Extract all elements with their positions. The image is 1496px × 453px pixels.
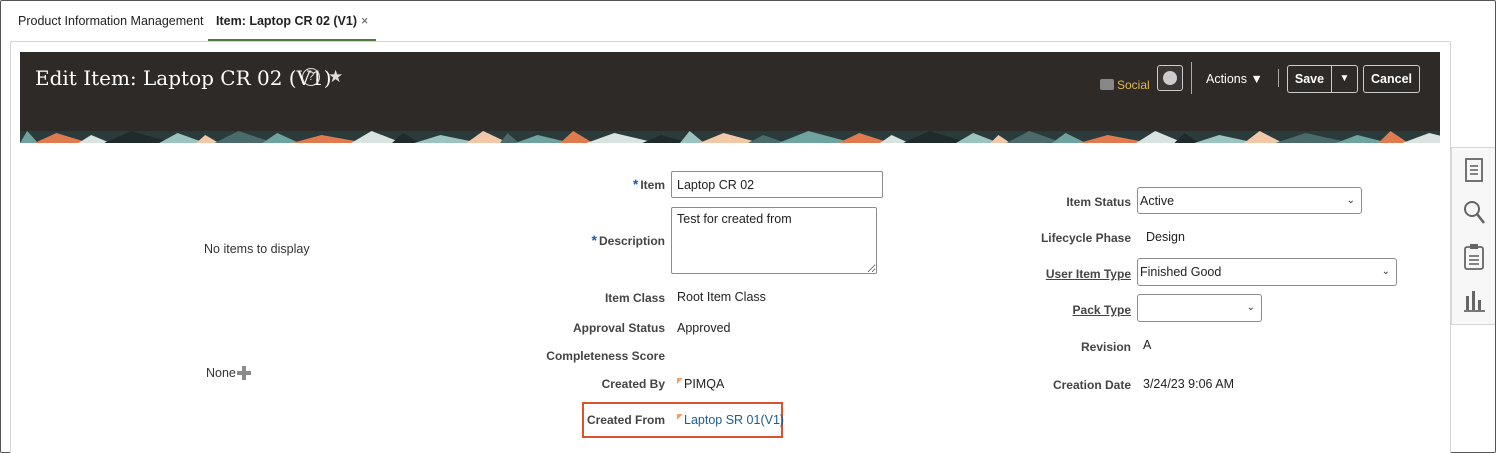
- item-status-label: Item Status: [1066, 195, 1131, 209]
- creation-date-value: 3/24/23 9:06 AM: [1143, 377, 1235, 391]
- lifecycle-phase-value: Design: [1146, 230, 1185, 244]
- created-by-text: PIMQA: [684, 377, 725, 391]
- social-icon: [1100, 79, 1114, 90]
- created-from-text: Laptop SR 01(V1): [684, 413, 785, 427]
- decorative-banner: [20, 131, 1440, 143]
- revision-value: A: [1143, 338, 1152, 352]
- actions-menu[interactable]: Actions ▼: [1206, 72, 1263, 86]
- flag-icon: [677, 414, 683, 420]
- favorite-star-icon[interactable]: ★: [328, 67, 343, 87]
- clipboard-icon[interactable]: [1462, 243, 1486, 271]
- item-label-text: Item: [640, 178, 665, 192]
- user-item-type-label[interactable]: User Item Type: [1046, 267, 1131, 281]
- page-title: Edit Item: Laptop CR 02 (V1): [35, 66, 332, 90]
- created-by-value[interactable]: PIMQA: [677, 377, 724, 391]
- social-link[interactable]: Social: [1100, 78, 1150, 92]
- cancel-button[interactable]: Cancel: [1363, 65, 1420, 93]
- created-from-label: Created From: [586, 413, 665, 427]
- add-plus-icon[interactable]: [236, 365, 252, 381]
- pack-type-select[interactable]: ⌄: [1137, 294, 1262, 322]
- item-status-select[interactable]: Active ⌄: [1137, 187, 1362, 214]
- approval-status-label: Approval Status: [572, 321, 665, 335]
- chevron-down-icon: ⌄: [1381, 266, 1390, 277]
- help-icon[interactable]: ?: [302, 68, 320, 86]
- required-marker: *: [632, 176, 639, 192]
- created-by-label: Created By: [601, 377, 665, 391]
- tab-bar: Product Information Management Item: Lap…: [0, 0, 1496, 42]
- save-button[interactable]: Save: [1287, 65, 1331, 93]
- empty-list-message: No items to display: [204, 242, 310, 256]
- user-item-type-value: Finished Good: [1140, 265, 1222, 279]
- flag-icon: [677, 378, 683, 384]
- required-marker: *: [591, 232, 597, 248]
- item-label: * Item: [633, 176, 665, 192]
- created-from-link[interactable]: Laptop SR 01(V1): [677, 413, 784, 427]
- revision-label: Revision: [1080, 340, 1131, 354]
- globe-icon: [1163, 71, 1177, 85]
- creation-date-label: Creation Date: [1052, 378, 1131, 392]
- tab-product-information-management[interactable]: Product Information Management: [18, 14, 204, 42]
- user-item-type-select[interactable]: Finished Good ⌄: [1137, 258, 1397, 286]
- side-rail: [1451, 147, 1495, 325]
- document-icon[interactable]: [1462, 156, 1486, 184]
- chevron-down-icon: ⌄: [1346, 195, 1355, 206]
- search-icon[interactable]: [1462, 198, 1486, 226]
- pack-type-label[interactable]: Pack Type: [1073, 303, 1131, 317]
- lifecycle-phase-label: Lifecycle Phase: [1040, 231, 1131, 245]
- item-class-value: Root Item Class: [677, 290, 766, 304]
- item-status-value: Active: [1140, 194, 1175, 208]
- description-label-text: Description: [598, 234, 665, 248]
- header-separator: [1191, 62, 1192, 94]
- social-label: Social: [1117, 78, 1150, 92]
- item-class-label: Item Class: [604, 291, 665, 305]
- close-tab-icon[interactable]: ×: [361, 14, 368, 28]
- tab-item-label: Item: Laptop CR 02 (V1): [216, 14, 357, 28]
- globe-button[interactable]: [1157, 65, 1183, 91]
- item-field[interactable]: [671, 171, 883, 198]
- tab-item-laptop[interactable]: Item: Laptop CR 02 (V1) ×: [208, 14, 377, 42]
- save-dropdown-button[interactable]: ▼: [1331, 65, 1358, 93]
- approval-status-value: Approved: [677, 321, 731, 335]
- description-label: * Description: [592, 232, 665, 248]
- page-header: Edit Item: Laptop CR 02 (V1) ? ★ Social …: [20, 52, 1440, 143]
- completeness-score-label: Completeness Score: [546, 349, 665, 363]
- header-separator: [1278, 69, 1279, 87]
- description-field[interactable]: [671, 207, 877, 274]
- none-label: None: [206, 366, 236, 380]
- chart-icon[interactable]: [1462, 286, 1486, 314]
- chevron-down-icon: ⌄: [1246, 302, 1255, 313]
